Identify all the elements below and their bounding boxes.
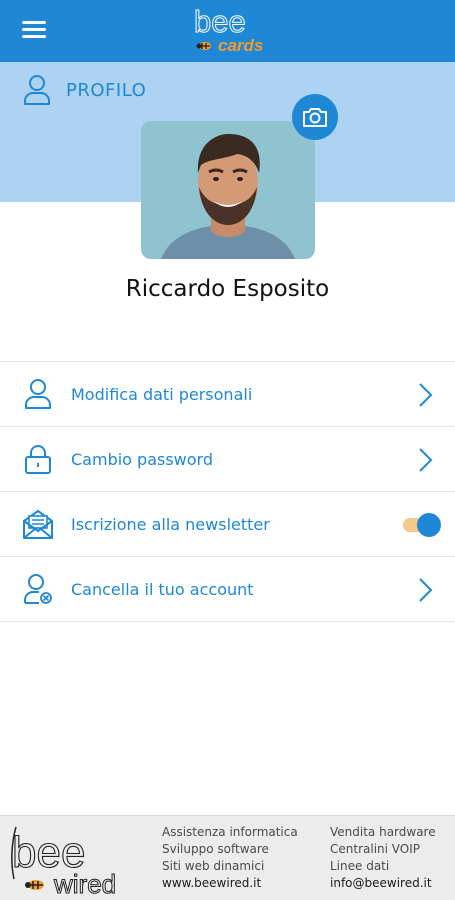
newsletter-toggle[interactable] (403, 513, 441, 537)
app-bar: bee cards (0, 0, 455, 62)
menu-bar-line (22, 21, 46, 24)
footer-logo-text-bottom: wired (53, 869, 116, 897)
chevron-right-icon (419, 448, 433, 472)
footer-products-column: Vendita hardware Centralini VOIP Linee d… (330, 824, 436, 892)
newsletter-envelope-icon (23, 510, 53, 539)
footer-text: Assistenza informatica (162, 825, 298, 839)
chevron-right-icon (419, 578, 433, 602)
footer: bee wired Assistenza informatica Svilupp… (0, 815, 455, 900)
hamburger-menu-button[interactable] (22, 21, 46, 39)
footer-services-column: Assistenza informatica Sviluppo software… (162, 824, 298, 892)
footer-text: Vendita hardware (330, 825, 436, 839)
profile-menu-list: Modifica dati personali Cambio password … (0, 361, 455, 622)
footer-text: Linee dati (330, 859, 390, 873)
bee-wired-logo: bee wired (11, 826, 117, 897)
profile-section-label: PROFILO (66, 80, 147, 101)
profile-photo (141, 121, 315, 259)
menu-item-label: Cambio password (71, 450, 213, 469)
menu-item-delete-account[interactable]: Cancella il tuo account (0, 557, 455, 622)
footer-website-link[interactable]: www.beewired.it (162, 875, 298, 892)
footer-text: Centralini VOIP (330, 842, 420, 856)
bee-cards-logo: bee cards (194, 4, 264, 55)
menu-bar-line (22, 28, 46, 31)
camera-icon (303, 108, 327, 127)
menu-item-label: Modifica dati personali (71, 385, 253, 404)
menu-item-label: Cancella il tuo account (71, 580, 254, 599)
user-icon (25, 379, 51, 409)
menu-item-edit-personal-data[interactable]: Modifica dati personali (0, 362, 455, 427)
chevron-right-icon (419, 383, 433, 407)
change-photo-button[interactable] (292, 94, 338, 140)
menu-item-label: Iscrizione alla newsletter (71, 515, 270, 534)
footer-text: Siti web dinamici (162, 859, 265, 873)
user-icon (24, 75, 50, 105)
menu-item-change-password[interactable]: Cambio password (0, 427, 455, 492)
user-name: Riccardo Esposito (125, 276, 330, 302)
footer-text: Sviluppo software (162, 842, 269, 856)
logo-text-top: bee (194, 4, 246, 39)
menu-item-newsletter: Iscrizione alla newsletter (0, 492, 455, 557)
logo-text-bottom: cards (218, 36, 263, 55)
user-delete-icon (24, 574, 52, 604)
toggle-thumb (417, 513, 441, 537)
menu-bar-line (22, 35, 46, 38)
lock-icon (25, 445, 51, 474)
footer-email-link[interactable]: info@beewired.it (330, 875, 436, 892)
